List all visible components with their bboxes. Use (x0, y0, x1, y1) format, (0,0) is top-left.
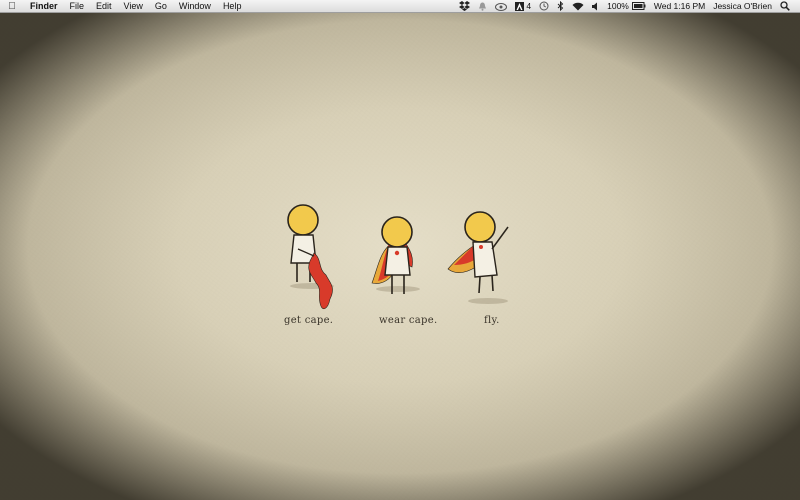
menu-edit[interactable]: Edit (90, 0, 118, 13)
adobe-count: 4 (526, 0, 532, 11)
figure-wear-cape (371, 216, 420, 294)
apple-menu-icon[interactable]:  (0, 0, 24, 13)
time-machine-icon[interactable] (535, 1, 553, 11)
cloud-icon[interactable] (491, 2, 511, 11)
caption-get-cape: get cape. (284, 315, 334, 326)
figure-get-cape (287, 204, 334, 310)
menu-view[interactable]: View (118, 0, 149, 13)
menu-window[interactable]: Window (173, 0, 217, 13)
wallpaper-illustration (287, 204, 509, 310)
menu-help[interactable]: Help (217, 0, 248, 13)
spotlight-icon[interactable] (776, 1, 794, 11)
menu-finder[interactable]: Finder (24, 0, 64, 13)
menu-go[interactable]: Go (149, 0, 173, 13)
caption-fly: fly. (484, 315, 500, 326)
wifi-icon[interactable] (568, 2, 588, 11)
dropbox-icon[interactable] (455, 1, 474, 11)
figure-fly (447, 211, 509, 304)
desktop-wallpaper[interactable]: get cape. wear cape. fly. (0, 13, 800, 500)
menu-bar:  Finder File Edit View Go Window Help 4 (0, 0, 800, 13)
user-name[interactable]: Jessica O'Brien (709, 0, 776, 13)
adobe-icon[interactable]: 4 (511, 0, 535, 13)
menu-file[interactable]: File (64, 0, 91, 13)
clock[interactable]: Wed 1:16 PM (650, 0, 709, 13)
volume-icon[interactable] (588, 2, 603, 11)
caption-wear-cape: wear cape. (379, 315, 438, 326)
battery-icon (631, 2, 646, 10)
battery-status[interactable]: 100% (603, 0, 650, 13)
battery-percent: 100% (607, 0, 629, 11)
bluetooth-icon[interactable] (553, 1, 568, 11)
notification-icon[interactable] (474, 2, 491, 11)
